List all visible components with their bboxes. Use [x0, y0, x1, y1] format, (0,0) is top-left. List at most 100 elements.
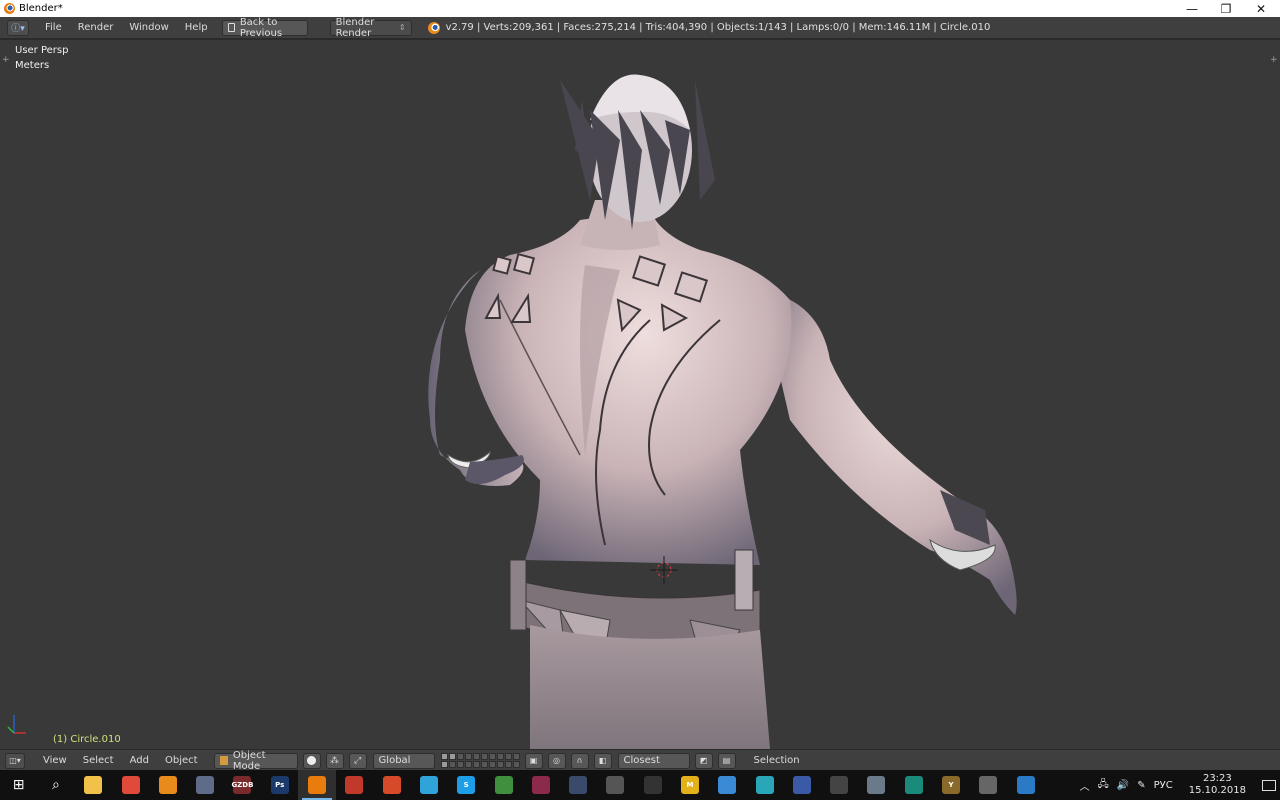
layer-button[interactable]	[480, 753, 488, 760]
taskbar-app-button[interactable]	[112, 770, 149, 800]
layer-button[interactable]	[456, 761, 464, 768]
taskbar-app-button[interactable]: ⌕	[37, 770, 74, 800]
layer-button[interactable]	[464, 753, 472, 760]
layer-button[interactable]	[480, 761, 488, 768]
snap-target-dropdown[interactable]: Closest	[617, 752, 690, 769]
taskbar-app-button[interactable]	[559, 770, 596, 800]
tray-chevron-icon[interactable]: ︿	[1080, 778, 1090, 793]
menu-render[interactable]: Render	[70, 22, 122, 33]
taskbar-app-button[interactable]	[858, 770, 895, 800]
editor-type-button[interactable]: ⓘ▾	[7, 19, 29, 36]
taskbar-app-button[interactable]: S	[448, 770, 485, 800]
editor-type-3d-button[interactable]: ◫▾	[5, 752, 25, 769]
properties-toggle-icon[interactable]: +	[1270, 55, 1278, 65]
skype-icon: S	[457, 776, 476, 794]
pivot-icon: ⁂	[330, 755, 340, 766]
layer-button[interactable]	[512, 761, 520, 768]
layer-button[interactable]	[488, 761, 496, 768]
taskbar-app-button[interactable]	[410, 770, 447, 800]
taskbar-app-button[interactable]	[1007, 770, 1044, 800]
taskbar-app-button[interactable]	[895, 770, 932, 800]
volume-icon[interactable]: 🔊	[1117, 780, 1129, 791]
taskbar-app-button[interactable]: Ps	[261, 770, 298, 800]
render-anim-button[interactable]: ▤	[717, 752, 736, 769]
menu-help[interactable]: Help	[177, 22, 216, 33]
snap-element-button[interactable]: ◧	[593, 752, 612, 769]
taskbar-app-button[interactable]: ⊞	[0, 770, 37, 800]
close-button[interactable]: ✕	[1244, 0, 1278, 17]
clock[interactable]: 23:23 15.10.2018	[1185, 773, 1250, 797]
taskbar-app-button[interactable]	[597, 770, 634, 800]
taskbar-app-button[interactable]	[746, 770, 783, 800]
taskbar-app-button[interactable]	[634, 770, 671, 800]
taskbar-app-button[interactable]	[373, 770, 410, 800]
menu-view[interactable]: View	[35, 755, 75, 766]
snap-toggle[interactable]: ∩	[570, 752, 589, 769]
taskbar-app-button[interactable]	[336, 770, 373, 800]
layer-button[interactable]	[496, 761, 504, 768]
blender-stats-icon	[427, 21, 440, 34]
snap-element-icon: ◧	[598, 756, 607, 765]
toolshelf-toggle-icon[interactable]: +	[2, 55, 10, 65]
taskbar-app-button[interactable]	[783, 770, 820, 800]
taskbar-app-button[interactable]	[485, 770, 522, 800]
language-indicator[interactable]: РУС	[1154, 780, 1173, 791]
viewport-shading-button[interactable]	[302, 752, 321, 769]
layer-button[interactable]	[440, 761, 448, 768]
layer-button[interactable]	[488, 753, 496, 760]
app-y-icon: Y	[942, 776, 961, 794]
layer-buttons[interactable]	[440, 753, 520, 768]
layer-button[interactable]	[504, 761, 512, 768]
layer-button[interactable]	[464, 761, 472, 768]
taskbar-app-button[interactable]	[149, 770, 186, 800]
taskbar-app-button[interactable]	[821, 770, 858, 800]
notifications-icon[interactable]	[1262, 779, 1276, 791]
menu-select[interactable]: Select	[75, 755, 122, 766]
layer-button[interactable]	[512, 753, 520, 760]
taskbar-app-button[interactable]	[186, 770, 223, 800]
network-icon[interactable]: 🖧	[1098, 777, 1109, 794]
system-tray: ︿ 🖧 🔊 ✎ РУС 23:23 15.10.2018	[1076, 770, 1280, 800]
right-arm	[760, 290, 1017, 615]
pen-icon[interactable]: ✎	[1137, 780, 1145, 791]
minimize-button[interactable]: —	[1175, 0, 1209, 17]
layer-button[interactable]	[448, 761, 456, 768]
menu-add[interactable]: Add	[122, 755, 157, 766]
taskbar-app-button[interactable]	[298, 770, 336, 800]
back-to-previous-button[interactable]: Back to Previous	[221, 17, 308, 39]
taskbar-app-button[interactable]	[709, 770, 746, 800]
menu-object[interactable]: Object	[157, 755, 206, 766]
pivot-point-button[interactable]: ⁂	[325, 752, 344, 769]
mode-dropdown[interactable]: Object Mode	[213, 750, 298, 772]
taskbar-app-button[interactable]: M	[671, 770, 708, 800]
windows-taskbar: ⊞ ⌕ GZDB Ps S M Y ︿ 🖧 🔊 ✎ РУС 23:23 15.10.2018	[0, 770, 1280, 800]
maximize-button[interactable]: ❐	[1209, 0, 1243, 17]
windows-start-icon: ⊞	[9, 776, 28, 794]
render-engine-dropdown[interactable]: Blender Render ⇕	[329, 17, 412, 39]
layer-button[interactable]	[504, 753, 512, 760]
character-model[interactable]	[0, 40, 1280, 749]
layer-button[interactable]	[496, 753, 504, 760]
layer-button[interactable]	[456, 753, 464, 760]
layer-button[interactable]	[472, 753, 480, 760]
menu-file[interactable]: File	[37, 22, 70, 33]
taskbar-app-button[interactable]: Y	[932, 770, 969, 800]
app-orange-icon	[158, 776, 177, 794]
taskbar-app-button[interactable]	[75, 770, 112, 800]
photoshop-icon: Ps	[270, 776, 289, 794]
manipulator-toggle[interactable]: ⤢	[348, 752, 367, 769]
camera-icon: ◩	[699, 756, 708, 765]
layer-button[interactable]	[440, 753, 448, 760]
proportional-edit-button[interactable]: ◎	[547, 752, 566, 769]
layer-button[interactable]	[448, 753, 456, 760]
transform-orientation-dropdown[interactable]: Global	[372, 752, 435, 769]
taskbar-app-button[interactable]	[970, 770, 1007, 800]
taskbar-app-button[interactable]: GZDB	[224, 770, 261, 800]
lock-camera-button[interactable]: ▣	[524, 752, 543, 769]
layer-button[interactable]	[472, 761, 480, 768]
render-still-button[interactable]: ◩	[694, 752, 713, 769]
3d-viewport[interactable]: User Persp Meters + + (1) Circle.010	[0, 40, 1280, 749]
taskbar-app-button[interactable]	[522, 770, 559, 800]
menu-window[interactable]: Window	[121, 22, 176, 33]
clock-date: 15.10.2018	[1188, 785, 1246, 796]
